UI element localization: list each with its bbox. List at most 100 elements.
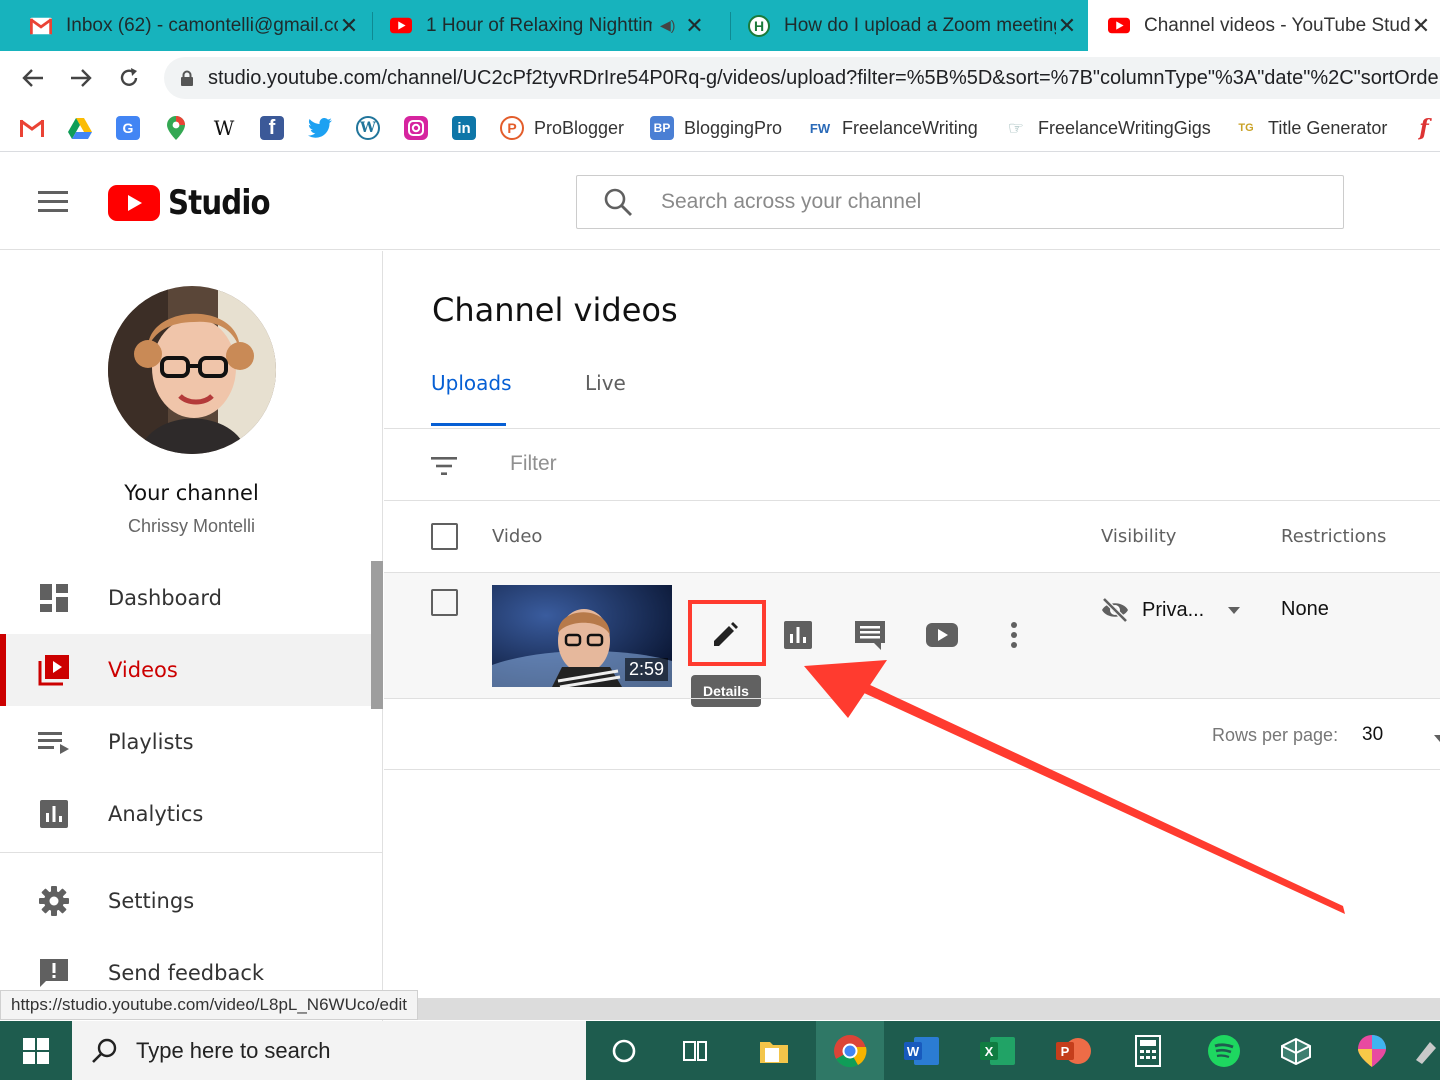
visibility-dropdown[interactable]: Priva... [1100, 597, 1241, 623]
paint-3d-icon[interactable] [1342, 1021, 1402, 1080]
divider [384, 769, 1440, 770]
bookmark-problogger[interactable]: P ProBlogger [500, 114, 624, 142]
youtube-play-icon[interactable] [924, 617, 960, 653]
cortana-icon[interactable] [594, 1021, 654, 1080]
speaker-icon[interactable]: ◀) [660, 17, 675, 34]
more-options-icon[interactable] [996, 617, 1032, 653]
task-view-icon[interactable] [666, 1021, 726, 1080]
3d-viewer-icon[interactable] [1266, 1021, 1326, 1080]
channel-search-input[interactable]: Search across your channel [576, 175, 1344, 229]
menu-icon[interactable] [38, 191, 68, 213]
analytics-icon[interactable] [780, 617, 816, 653]
drive-icon [68, 116, 92, 140]
file-explorer-icon[interactable] [744, 1021, 804, 1080]
script-f-icon: f [1419, 115, 1429, 141]
bookmark-freelancewritinggigs[interactable]: ☞ FreelanceWritingGigs [1004, 114, 1211, 142]
bookmark-title-generator[interactable]: TG Title Generator [1234, 114, 1387, 142]
column-header-restrictions[interactable]: Restrictions [1281, 526, 1386, 547]
gear-icon [38, 885, 70, 917]
gmail-icon [30, 15, 52, 37]
tab-title: Channel videos - YouTube Studio [1144, 14, 1410, 36]
row-checkbox[interactable] [431, 589, 458, 616]
link-status-bubble: https://studio.youtube.com/video/L8pL_N6… [0, 990, 418, 1020]
fw-icon: FW [809, 120, 831, 136]
taskbar-search-input[interactable]: Type here to search [72, 1021, 586, 1080]
youtube-logo-icon [108, 185, 160, 221]
page-title: Channel videos [432, 291, 678, 329]
sidebar-item-dashboard[interactable]: Dashboard [0, 562, 372, 634]
bookmark-wikipedia[interactable]: W [212, 114, 236, 142]
column-header-visibility[interactable]: Visibility [1101, 526, 1176, 547]
powerpoint-icon[interactable]: P [1044, 1021, 1104, 1080]
rows-per-page-label: Rows per page: [1212, 725, 1339, 745]
youtube-icon [390, 15, 412, 37]
close-tab-icon[interactable]: ✕ [1410, 13, 1432, 39]
sidebar-item-settings[interactable]: Settings [0, 865, 372, 937]
browser-tab-zoom-help[interactable]: H How do I upload a Zoom meeting ✕ [748, 0, 1078, 51]
filter-icon[interactable] [431, 456, 457, 476]
comments-icon[interactable] [852, 617, 888, 653]
bookmark-maps[interactable] [164, 114, 188, 142]
chevron-down-icon[interactable] [1434, 735, 1440, 742]
sidebar-item-videos[interactable]: Videos [0, 634, 372, 706]
youtube-icon [1108, 15, 1130, 37]
sidebar-item-label: Settings [108, 889, 195, 913]
word-icon[interactable]: W [892, 1021, 952, 1080]
sidebar-item-label: Dashboard [108, 586, 222, 610]
tab-title: 1 Hour of Relaxing Nighttime [426, 14, 652, 36]
rows-per-page-select[interactable]: 30 [1362, 724, 1383, 746]
chevron-down-icon [1228, 606, 1241, 614]
feedback-icon [38, 957, 70, 989]
bookmark-facebook[interactable]: f [260, 114, 284, 142]
spotify-icon[interactable] [1194, 1021, 1254, 1080]
reload-icon[interactable] [112, 61, 146, 95]
sidebar-scrollbar[interactable] [371, 561, 383, 709]
visibility-value: Priva... [1142, 598, 1205, 621]
wikipedia-icon: W [213, 116, 235, 140]
studio-logo[interactable]: Studio [108, 183, 286, 223]
maps-pin-icon [164, 116, 188, 140]
browser-tab-strip: Inbox (62) - camontelli@gmail.com ✕ 1 Ho… [0, 0, 1440, 51]
sidebar-item-label: Send feedback [108, 961, 265, 985]
bookmark-wordpress[interactable]: W [356, 114, 380, 142]
bookmark-drive[interactable] [68, 114, 92, 142]
tab-uploads[interactable]: Uploads [431, 371, 512, 395]
bookmark-instagram[interactable] [404, 114, 428, 142]
browser-tab-studio[interactable]: Channel videos - YouTube Studio ✕ [1088, 0, 1440, 51]
forward-icon[interactable] [64, 61, 98, 95]
excel-icon[interactable]: X [968, 1021, 1028, 1080]
column-header-video[interactable]: Video [492, 526, 542, 547]
avatar[interactable] [108, 286, 276, 454]
browser-tab-gmail[interactable]: Inbox (62) - camontelli@gmail.com ✕ [30, 0, 360, 51]
sidebar-item-playlists[interactable]: Playlists [0, 706, 372, 778]
url-field[interactable]: studio.youtube.com/channel/UC2cPf2tyvRDr… [164, 57, 1440, 99]
restrictions-value: None [1281, 598, 1329, 620]
bookmark-translate[interactable]: G [116, 114, 140, 142]
browser-tab-relaxing[interactable]: 1 Hour of Relaxing Nighttime ◀) ✕ [390, 0, 720, 51]
video-thumbnail[interactable]: 2:59 [492, 585, 672, 687]
close-tab-icon[interactable]: ✕ [1056, 13, 1078, 39]
bookmark-twitter[interactable] [308, 114, 332, 142]
bookmark-freelancewriting[interactable]: FW FreelanceWriting [808, 114, 978, 142]
lock-icon [181, 70, 193, 86]
taskbar: Type here to search W X P [0, 1021, 1440, 1080]
bookmark-linkedin[interactable]: in [452, 114, 476, 142]
close-tab-icon[interactable]: ✕ [338, 13, 360, 39]
chrome-icon[interactable] [816, 1021, 884, 1080]
video-duration: 2:59 [624, 658, 668, 681]
tab-live[interactable]: Live [585, 371, 626, 395]
select-all-checkbox[interactable] [431, 523, 458, 550]
windows-start-icon[interactable] [0, 1021, 72, 1080]
calculator-icon[interactable] [1118, 1021, 1178, 1080]
taskbar-overflow-icon[interactable] [1410, 1021, 1440, 1080]
bookmark-bloggingpro[interactable]: BP BloggingPro [650, 114, 782, 142]
close-tab-icon[interactable]: ✕ [683, 13, 705, 39]
sidebar-item-label: Videos [108, 658, 178, 682]
bookmark-gmail[interactable] [20, 114, 44, 142]
back-icon[interactable] [16, 61, 50, 95]
bookmark-label: ProBlogger [534, 117, 625, 138]
sidebar-item-analytics[interactable]: Analytics [0, 778, 372, 850]
studio-header: Studio Search across your channel [0, 153, 1440, 250]
filter-input[interactable]: Filter [510, 452, 557, 476]
bookmark-f[interactable]: f [1412, 114, 1436, 142]
